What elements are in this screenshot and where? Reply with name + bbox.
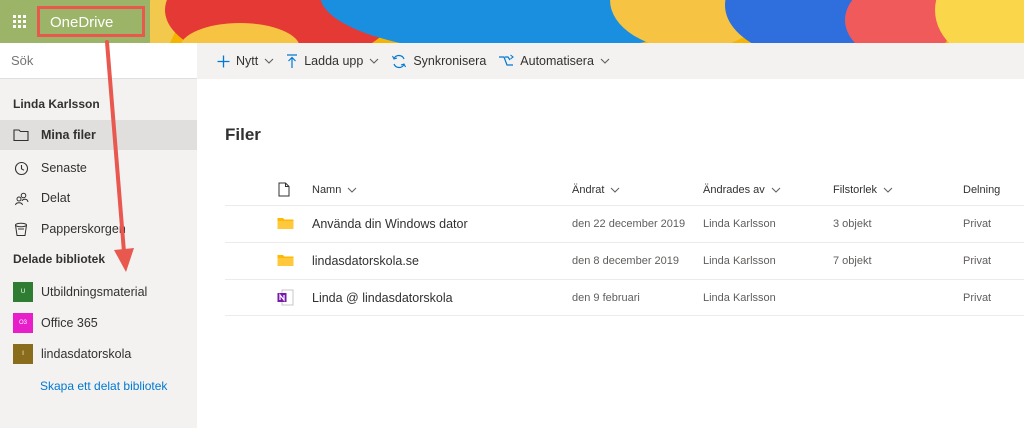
modified-by: Linda Karlsson <box>703 255 776 267</box>
sync-button[interactable]: Synkronisera <box>391 54 486 69</box>
app-name: OneDrive <box>50 14 114 31</box>
library-badge: l <box>13 344 33 364</box>
modified-by: Linda Karlsson <box>703 292 776 304</box>
search-box[interactable] <box>0 43 197 79</box>
library-label: Utbildningsmaterial <box>41 285 148 299</box>
library-badge: U <box>13 282 33 302</box>
library-label: Office 365 <box>41 316 98 330</box>
library-office-365[interactable]: O3 Office 365 <box>13 313 98 333</box>
onenote-icon <box>277 289 294 309</box>
library-label: lindasdatorskola <box>41 347 132 361</box>
table-row[interactable]: lindasdatorskola.se den 8 december 2019 … <box>225 242 1024 279</box>
upload-button[interactable]: Ladda upp <box>286 53 379 69</box>
app-launcher-button[interactable] <box>0 0 38 43</box>
modified-date: den 9 februari <box>572 292 640 304</box>
chevron-down-icon <box>771 187 781 193</box>
modified-date: den 22 december 2019 <box>572 218 686 230</box>
new-button[interactable]: Nytt <box>217 54 274 68</box>
chevron-down-icon <box>610 187 620 193</box>
column-header-size[interactable]: Filstorlek <box>833 184 893 196</box>
folder-icon <box>277 253 294 270</box>
automate-flow-icon <box>498 54 515 68</box>
file-type-header-icon <box>278 182 290 197</box>
sharing-status: Privat <box>963 218 992 230</box>
new-button-label: Nytt <box>236 54 259 68</box>
upload-icon <box>286 53 298 69</box>
automate-button-label: Automatisera <box>520 54 594 68</box>
file-name-link[interactable]: Linda @ lindasdatorskola <box>312 291 453 305</box>
app-header: OneDrive <box>0 0 1024 43</box>
file-size: 3 objekt <box>833 218 872 230</box>
plus-icon <box>217 55 230 68</box>
column-header-modified[interactable]: Ändrat <box>572 184 620 196</box>
chevron-down-icon <box>347 187 357 193</box>
upload-button-label: Ladda upp <box>304 54 364 68</box>
library-utbildningsmaterial[interactable]: U Utbildningsmaterial <box>13 282 147 302</box>
search-input[interactable] <box>11 53 181 68</box>
file-name-link[interactable]: Använda din Windows dator <box>312 217 468 231</box>
people-icon <box>13 190 29 206</box>
nav-item-delat[interactable]: Delat <box>0 183 197 213</box>
sync-icon <box>391 54 407 69</box>
brand-highlight[interactable]: OneDrive <box>37 6 145 37</box>
nav-item-senaste[interactable]: Senaste <box>0 153 197 183</box>
nav-item-papperskorgen[interactable]: Papperskorgen <box>0 214 197 244</box>
automate-button[interactable]: Automatisera <box>498 54 610 68</box>
modified-by: Linda Karlsson <box>703 218 776 230</box>
modified-date: den 8 december 2019 <box>572 255 680 267</box>
sync-button-label: Synkronisera <box>413 54 487 68</box>
nav-item-label: Papperskorgen <box>41 222 126 236</box>
column-header-modified-by[interactable]: Ändrades av <box>703 184 781 196</box>
page-title: Filer <box>225 125 261 144</box>
sharing-status: Privat <box>963 292 992 304</box>
table-row[interactable]: Använda din Windows dator den 22 decembe… <box>225 205 1024 242</box>
column-header-sharing[interactable]: Delning <box>963 184 1000 196</box>
library-badge: O3 <box>13 313 33 333</box>
left-navigation: Linda Karlsson Mina filer Senaste Delat … <box>0 43 197 428</box>
nav-item-label: Delat <box>41 191 71 205</box>
create-shared-library-link[interactable]: Skapa ett delat bibliotek <box>40 379 167 393</box>
nav-item-label: Senaste <box>41 161 87 175</box>
user-name: Linda Karlsson <box>13 97 100 111</box>
folder-icon <box>13 127 29 143</box>
file-size: 7 objekt <box>833 255 872 267</box>
chevron-down-icon <box>369 58 379 64</box>
command-bar: Nytt Ladda upp Synkronisera Automatisera <box>197 43 1024 79</box>
shared-libraries-title: Delade bibliotek <box>13 252 106 266</box>
chevron-down-icon <box>600 58 610 64</box>
column-header-name[interactable]: Namn <box>312 184 357 196</box>
file-name-link[interactable]: lindasdatorskola.se <box>312 254 419 268</box>
table-row[interactable]: Linda @ lindasdatorskola den 9 februari … <box>225 279 1024 316</box>
nav-item-mina-filer[interactable]: Mina filer <box>0 120 197 150</box>
folder-icon <box>277 216 294 233</box>
sharing-status: Privat <box>963 255 992 267</box>
trash-icon <box>13 221 29 237</box>
library-lindasdatorskola[interactable]: l lindasdatorskola <box>13 344 131 364</box>
clock-icon <box>13 160 29 176</box>
header-background <box>0 0 1024 43</box>
chevron-down-icon <box>883 187 893 193</box>
waffle-icon <box>12 15 26 28</box>
chevron-down-icon <box>264 58 274 64</box>
nav-item-label: Mina filer <box>41 128 96 142</box>
